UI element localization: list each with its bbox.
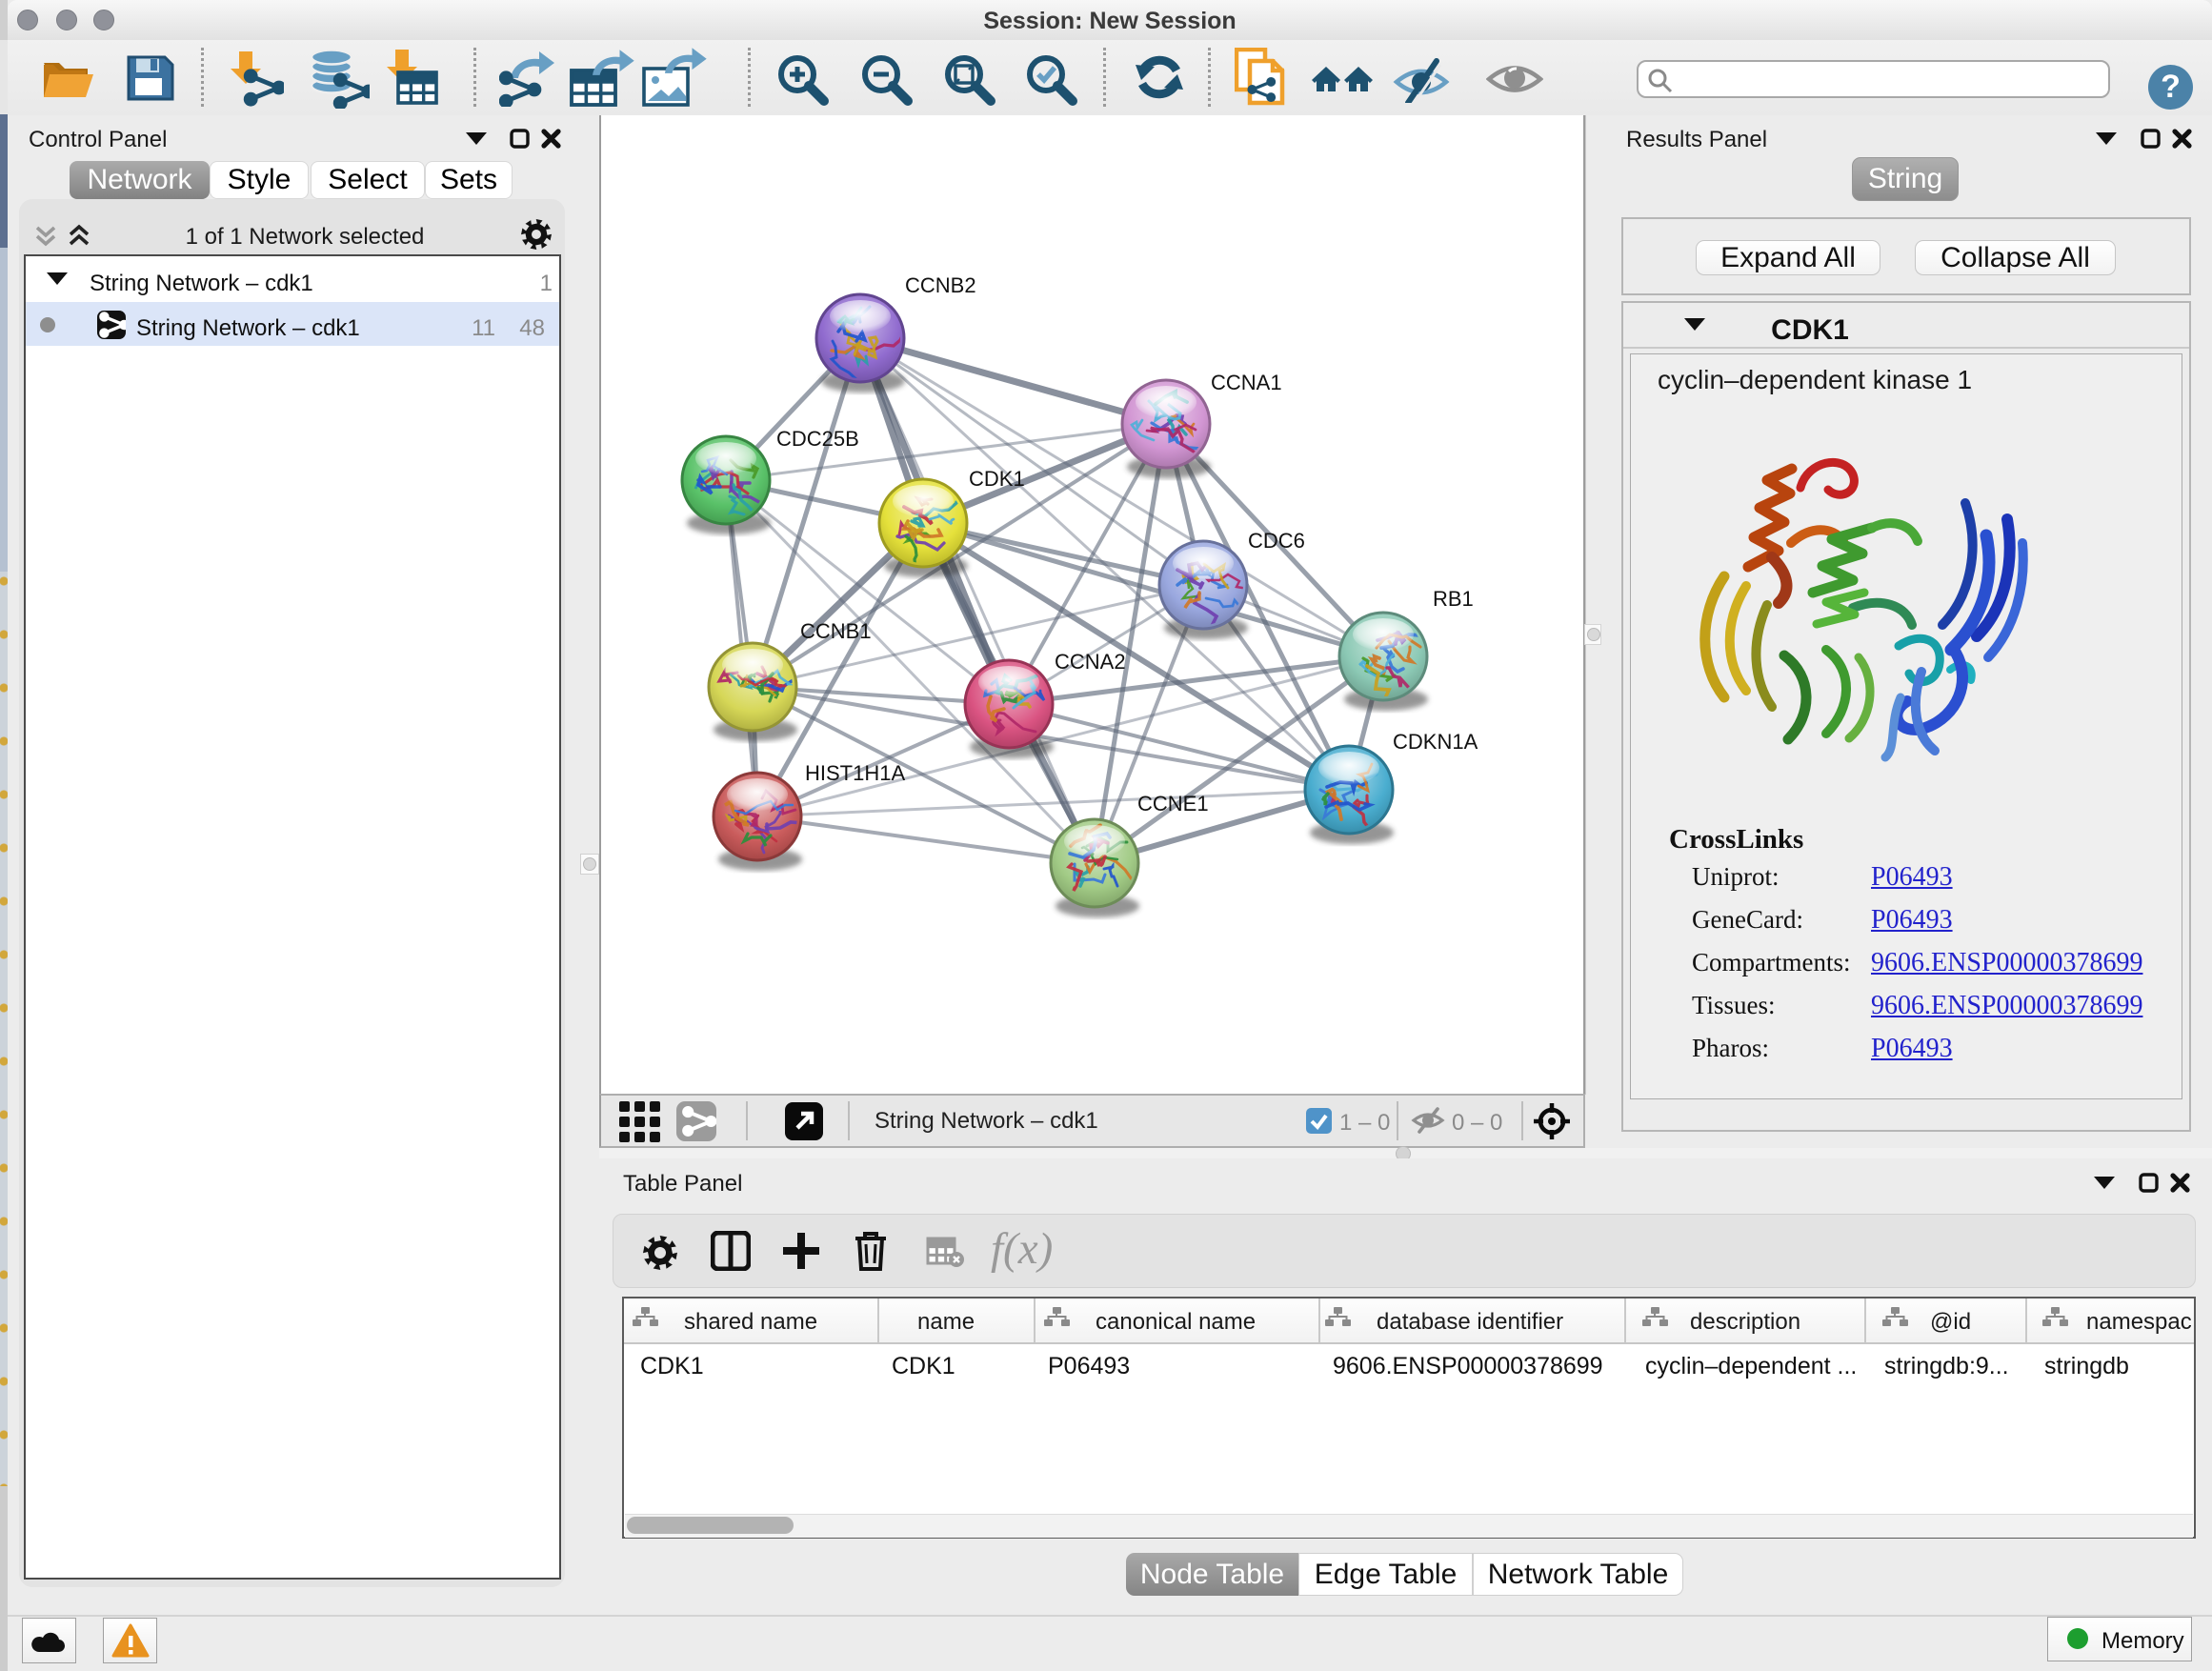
svg-text:CDKN1A: CDKN1A [1393, 730, 1478, 754]
svg-text:CDC25B: CDC25B [776, 427, 859, 451]
svg-text:CCNA1: CCNA1 [1211, 371, 1282, 394]
svg-text:CCNB2: CCNB2 [905, 273, 976, 297]
svg-text:RB1: RB1 [1433, 587, 1474, 611]
svg-text:CCNB1: CCNB1 [800, 619, 872, 643]
svg-text:HIST1H1A: HIST1H1A [805, 761, 905, 785]
svg-text:CDC6: CDC6 [1248, 529, 1305, 553]
svg-text:CDK1: CDK1 [969, 467, 1025, 491]
svg-text:CCNA2: CCNA2 [1055, 650, 1126, 674]
svg-text:CCNE1: CCNE1 [1137, 792, 1209, 815]
